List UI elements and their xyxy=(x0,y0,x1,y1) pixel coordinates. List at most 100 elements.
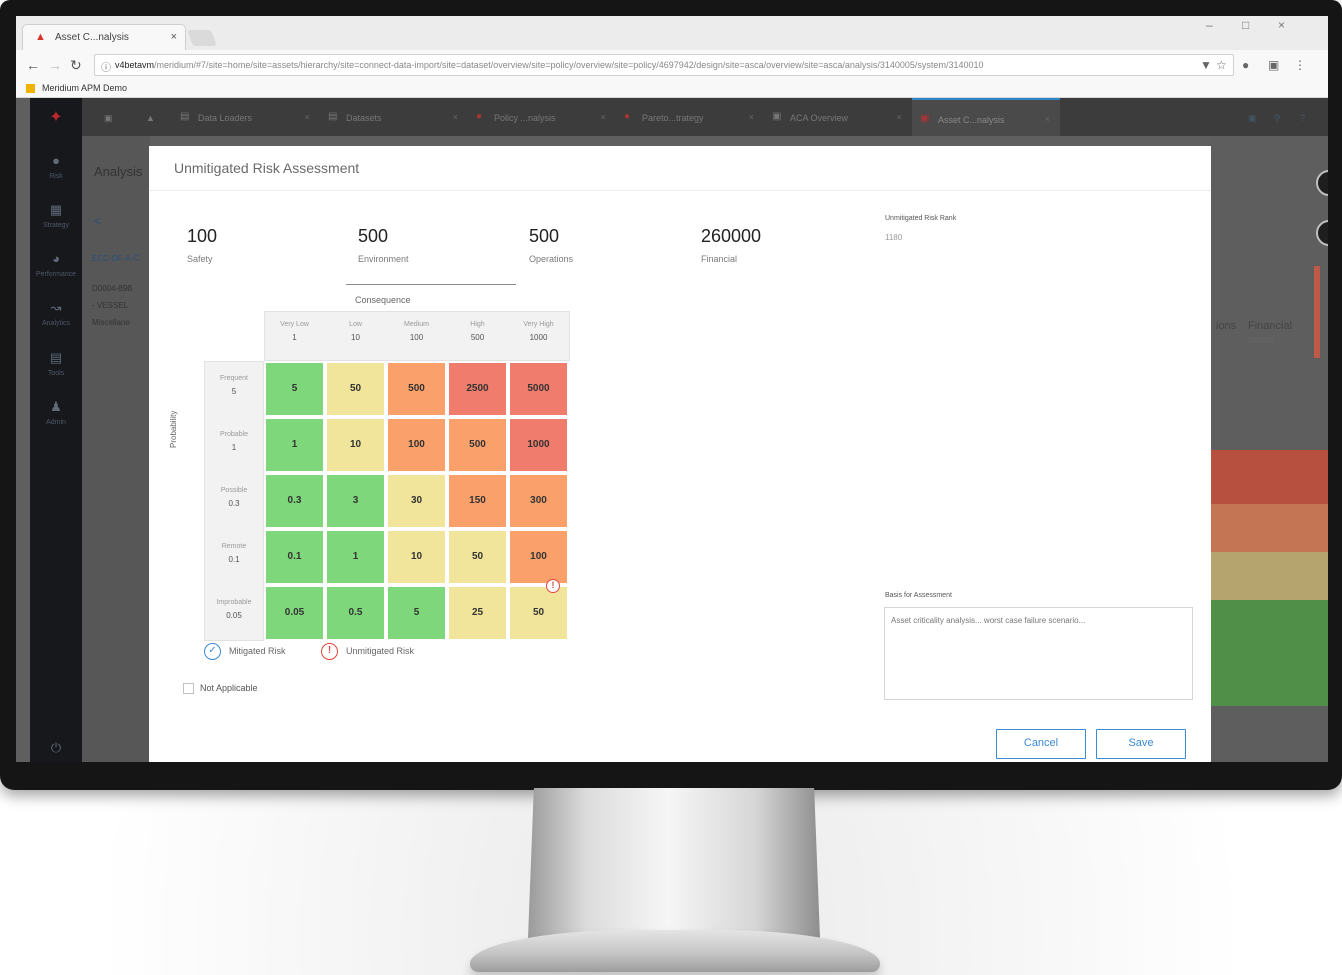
column-label: ions xyxy=(1216,320,1237,332)
bookmark-star-icon[interactable]: ☆ xyxy=(1216,58,1227,72)
back-icon[interactable]: ← xyxy=(26,57,40,73)
close-tab-icon[interactable]: × xyxy=(171,31,177,43)
score-value: 500 xyxy=(529,226,560,246)
restore-icon[interactable]: □ xyxy=(1242,18,1249,32)
overview-icon: ▣ xyxy=(772,111,782,122)
risk-matrix-cell[interactable]: 150 xyxy=(449,475,506,527)
strategy-icon: ▦ xyxy=(49,202,63,217)
help-icon[interactable]: ? xyxy=(1294,98,1320,136)
app-tab[interactable]: ● Pareto...trategy × xyxy=(616,98,764,136)
save-button[interactable]: Save xyxy=(1096,729,1186,759)
app-tab[interactable]: ▤ Data Loaders × xyxy=(172,98,320,136)
column-value: 1 xyxy=(292,333,297,342)
list-header: ECC-OF-A-C xyxy=(92,254,140,263)
score-value: 100 xyxy=(187,226,218,246)
menu-icon[interactable]: ⋮ xyxy=(1294,58,1306,72)
risk-matrix-cell[interactable]: 1 xyxy=(266,419,323,471)
app-tab[interactable]: ▣ ACA Overview × xyxy=(764,98,912,136)
risk-matrix-cell[interactable]: 25 xyxy=(449,587,506,639)
risk-matrix-cell[interactable]: 1000 xyxy=(510,419,567,471)
risk-matrix-cell[interactable]: 10 xyxy=(327,419,384,471)
risk-matrix-cell[interactable]: 2500 xyxy=(449,363,506,415)
risk-matrix-cell[interactable]: 0.1 xyxy=(266,531,323,583)
risk-matrix-cell[interactable]: 100 xyxy=(510,531,567,583)
risk-matrix-cell[interactable]: 0.5 xyxy=(327,587,384,639)
sidebar-item-tools[interactable]: ▤ Tools xyxy=(30,350,82,377)
risk-matrix-cell[interactable]: 300 xyxy=(510,475,567,527)
meridium-logo-icon[interactable]: ✦ xyxy=(44,110,68,126)
probability-row-header: Frequent 5 xyxy=(204,375,264,396)
risk-matrix-cell[interactable]: 5000 xyxy=(510,363,567,415)
extension-icon[interactable]: ▼ xyxy=(1200,58,1212,72)
close-tab-icon[interactable]: × xyxy=(897,112,902,122)
risk-matrix-cell[interactable]: 100 xyxy=(388,419,445,471)
environment-score[interactable]: 500 Environment xyxy=(358,226,409,264)
risk-matrix-cell[interactable]: 50 xyxy=(510,587,567,639)
close-tab-icon[interactable]: × xyxy=(749,112,754,122)
row-name: Improbable xyxy=(216,599,252,606)
risk-matrix-cell[interactable]: 0.05 xyxy=(266,587,323,639)
row-name: Frequent xyxy=(219,375,249,382)
not-applicable-checkbox[interactable] xyxy=(183,683,194,694)
app-tab-bar: ▣ ▲ ▤ Data Loaders × ▤ Datasets × ● Poli… xyxy=(82,98,1328,136)
consequence-axis-label: Consequence xyxy=(355,295,411,305)
browser-toolbar: ← → ↻ ⓘ v4betavm/meridium/#7/site=home/s… xyxy=(16,50,1328,80)
close-tab-icon[interactable]: × xyxy=(1045,114,1050,124)
app-tab[interactable]: ▤ Datasets × xyxy=(320,98,468,136)
financial-score[interactable]: 260000 Financial xyxy=(701,226,761,264)
sidebar-item-power[interactable]: ⏻ xyxy=(30,740,82,756)
risk-matrix-cell[interactable]: 500 xyxy=(449,419,506,471)
risk-matrix-cell[interactable]: 10 xyxy=(388,531,445,583)
risk-matrix-cell[interactable]: 1 xyxy=(327,531,384,583)
basis-for-assessment-textarea[interactable]: Asset criticality analysis... worst case… xyxy=(884,607,1193,700)
risk-matrix-cell[interactable]: 5 xyxy=(266,363,323,415)
dataset-icon: ▤ xyxy=(328,111,338,122)
cancel-button[interactable]: Cancel xyxy=(996,729,1086,759)
extension-icon[interactable]: ● xyxy=(1242,58,1249,72)
browser-tab[interactable]: ▲ Asset C...nalysis × xyxy=(22,24,186,50)
close-tab-icon[interactable]: × xyxy=(305,112,310,122)
risk-matrix-cell[interactable]: 0.3 xyxy=(266,475,323,527)
search-icon[interactable]: ⚲ xyxy=(1268,98,1294,136)
bookmark-icon[interactable]: ▣ xyxy=(1242,98,1268,136)
sidebar-item-risk[interactable]: ● Risk xyxy=(30,153,82,180)
unmitigated-risk-marker-icon[interactable]: ! xyxy=(546,579,560,593)
sidebar-item-strategy[interactable]: ▦ Strategy xyxy=(30,202,82,229)
list-item-line[interactable]: D0004-89B xyxy=(92,284,132,293)
home-icon[interactable]: ▣ xyxy=(82,98,132,136)
close-window-icon[interactable]: × xyxy=(1278,18,1285,32)
row-name: Probable xyxy=(219,431,249,438)
risk-matrix-cell[interactable]: 50 xyxy=(327,363,384,415)
risk-matrix-cell[interactable]: 50 xyxy=(449,531,506,583)
sidebar-item-admin[interactable]: ♟ Admin xyxy=(30,399,82,426)
bookmark-item[interactable]: Meridium APM Demo xyxy=(42,83,127,93)
new-tab-button[interactable] xyxy=(187,30,217,46)
url-host: v4betavm xyxy=(115,60,155,70)
address-bar[interactable]: ⓘ v4betavm/meridium/#7/site=home/site=as… xyxy=(94,54,1234,76)
minimize-icon[interactable]: – xyxy=(1206,18,1213,32)
risk-matrix-cell[interactable]: 3 xyxy=(327,475,384,527)
sidebar-item-performance[interactable]: ◕ Performance xyxy=(30,251,82,278)
app-tab-active[interactable]: ▣ Asset C...nalysis × xyxy=(912,98,1060,136)
legend-label: Mitigated Risk xyxy=(229,646,286,656)
extension-icon[interactable]: ▣ xyxy=(1268,58,1279,72)
row-value: 0.05 xyxy=(226,611,242,620)
forward-icon[interactable]: → xyxy=(48,57,62,73)
risk-matrix-cell[interactable]: 500 xyxy=(388,363,445,415)
back-icon[interactable]: < xyxy=(94,214,101,228)
sidebar-item-analytics[interactable]: ↝ Analytics xyxy=(30,300,82,327)
safety-score[interactable]: 100 Safety xyxy=(187,226,217,264)
close-tab-icon[interactable]: × xyxy=(453,112,458,122)
app-tab[interactable]: ● Policy ...nalysis × xyxy=(468,98,616,136)
reload-icon[interactable]: ↻ xyxy=(70,57,82,73)
risk-matrix-cell[interactable]: 5 xyxy=(388,587,445,639)
hierarchy-icon[interactable]: ▲ xyxy=(132,98,172,136)
score-value: 260000 xyxy=(701,226,762,246)
risk-matrix-cell[interactable]: 30 xyxy=(388,475,445,527)
close-tab-icon[interactable]: × xyxy=(601,112,606,122)
operations-score[interactable]: 500 Operations xyxy=(529,226,573,264)
risk-matrix: Very Low 1 Low 10 Medium 100 High 500 Very High 1… xyxy=(204,311,570,641)
divider xyxy=(149,190,1211,191)
financial-column-value: 260000 xyxy=(1248,336,1275,345)
info-icon[interactable]: ⓘ xyxy=(101,59,111,74)
